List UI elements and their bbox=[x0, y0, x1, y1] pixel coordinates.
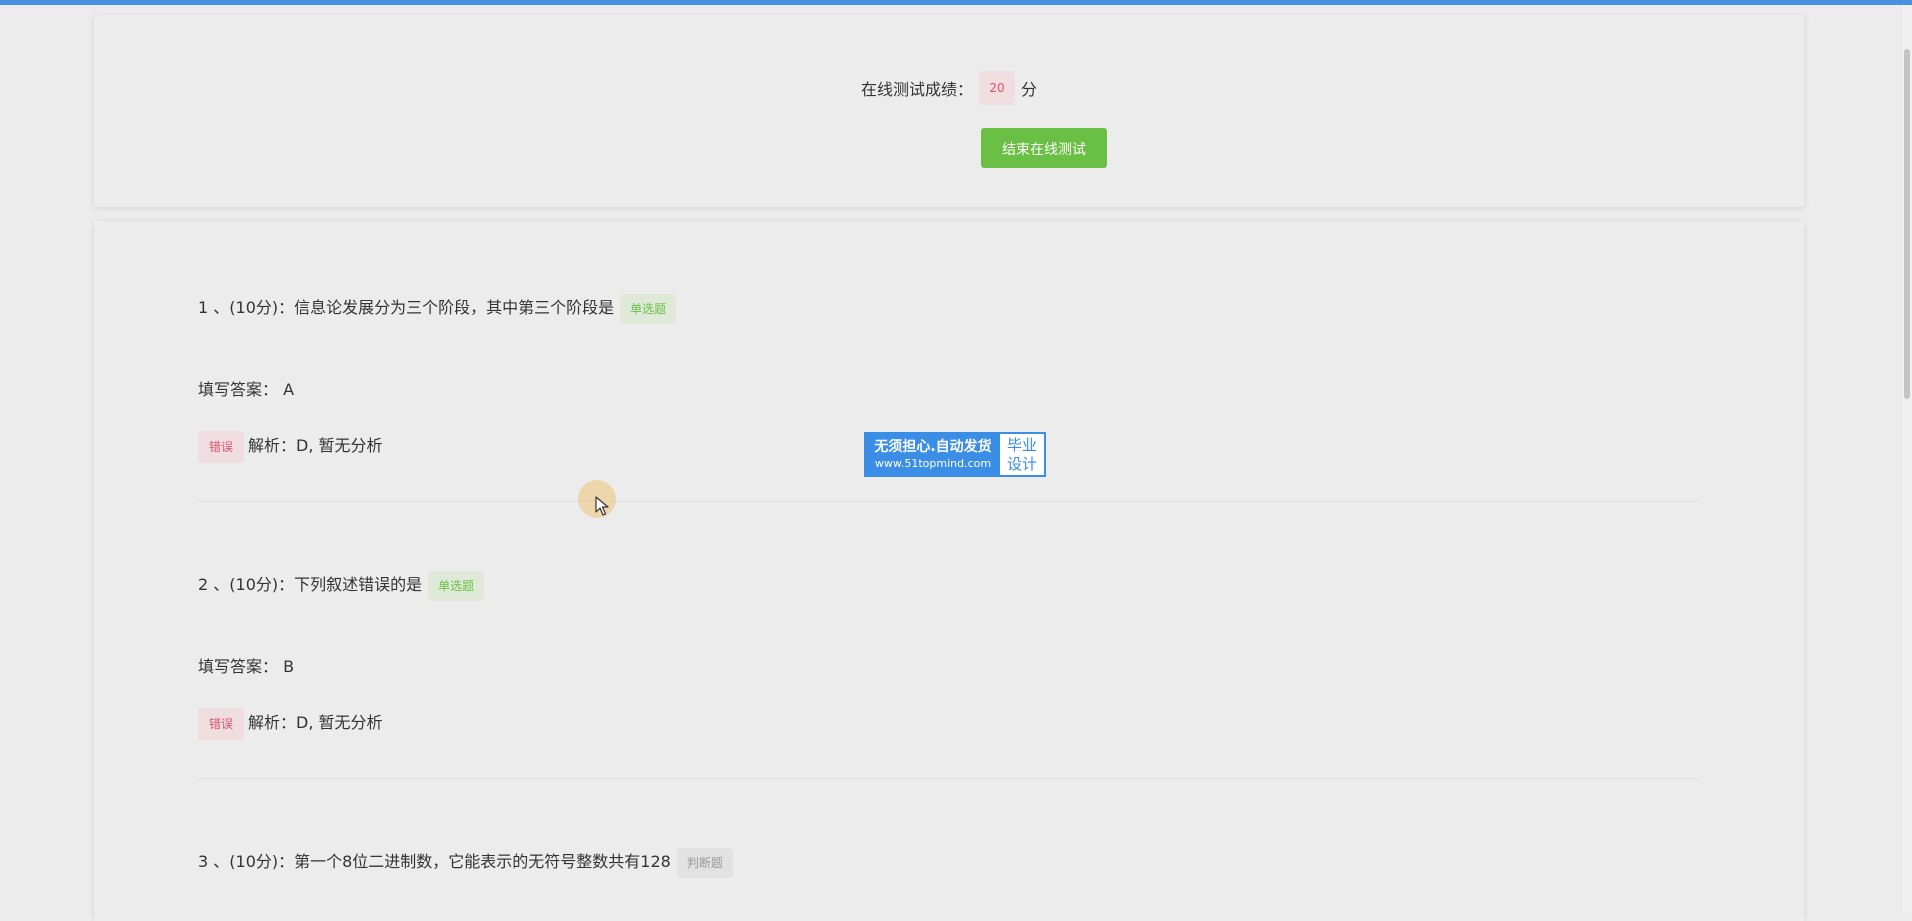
question-item-1: 1 、(10分)：信息论发展分为三个阶段，其中第三个阶段是 单选题 填写答案： A… bbox=[198, 291, 1698, 502]
question-divider bbox=[198, 778, 1698, 779]
question-type-tag: 单选题 bbox=[620, 293, 677, 324]
top-accent-bar bbox=[0, 0, 1912, 5]
question-type-tag: 判断题 bbox=[676, 847, 733, 878]
questions-panel: 1 、(10分)：信息论发展分为三个阶段，其中第三个阶段是 单选题 填写答案： A… bbox=[94, 221, 1804, 921]
analysis-row: 错误 解析：D, 暂无分析 bbox=[198, 430, 383, 463]
score-badge: 20 bbox=[979, 71, 1015, 105]
watermark-left: 无须担心.自动发货 www.51topmind.com bbox=[866, 434, 1000, 475]
end-test-button[interactable]: 结束在线测试 bbox=[981, 128, 1107, 168]
wrong-badge: 错误 bbox=[198, 430, 244, 463]
filled-answer: 填写答案： B bbox=[198, 657, 295, 676]
analysis-row: 错误 解析：D, 暂无分析 bbox=[198, 707, 383, 740]
scrollbar-thumb[interactable] bbox=[1904, 49, 1910, 399]
question-title: 1 、(10分)：信息论发展分为三个阶段，其中第三个阶段是 单选题 bbox=[198, 291, 1698, 325]
watermark-url: www.51topmind.com bbox=[874, 456, 992, 470]
analysis-text: 解析：D, 暂无分析 bbox=[248, 436, 383, 455]
watermark-right: 毕业 设计 bbox=[1000, 434, 1044, 475]
question-text: 2 、(10分)：下列叙述错误的是 bbox=[198, 575, 423, 594]
question-item-3: 3 、(10分)：第一个8位二进制数，它能表示的无符号整数共有128 判断题 bbox=[198, 845, 1698, 879]
filled-answer: 填写答案： A bbox=[198, 380, 295, 399]
score-panel: 在线测试成绩： 20 分 结束在线测试 bbox=[94, 15, 1804, 207]
score-line: 在线测试成绩： 20 分 bbox=[94, 71, 1804, 105]
question-type-tag: 单选题 bbox=[428, 570, 485, 601]
question-text: 1 、(10分)：信息论发展分为三个阶段，其中第三个阶段是 bbox=[198, 298, 615, 317]
question-title: 3 、(10分)：第一个8位二进制数，它能表示的无符号整数共有128 判断题 bbox=[198, 845, 1698, 879]
watermark-right-bottom: 设计 bbox=[1006, 454, 1037, 473]
analysis-text: 解析：D, 暂无分析 bbox=[248, 713, 383, 732]
vertical-scrollbar[interactable] bbox=[1902, 5, 1912, 912]
watermark-logo: 无须担心.自动发货 www.51topmind.com 毕业 设计 bbox=[864, 432, 1046, 477]
question-text: 3 、(10分)：第一个8位二进制数，它能表示的无符号整数共有128 bbox=[198, 852, 671, 871]
watermark-right-top: 毕业 bbox=[1006, 435, 1037, 454]
score-label: 在线测试成绩： bbox=[860, 80, 973, 99]
watermark-slogan: 无须担心.自动发货 bbox=[874, 438, 992, 455]
score-unit: 分 bbox=[1021, 80, 1038, 99]
question-divider bbox=[198, 501, 1698, 502]
wrong-badge: 错误 bbox=[198, 707, 244, 740]
question-item-2: 2 、(10分)：下列叙述错误的是 单选题 填写答案： B 错误 解析：D, 暂无分… bbox=[198, 568, 1698, 779]
question-title: 2 、(10分)：下列叙述错误的是 单选题 bbox=[198, 568, 1698, 602]
mouse-cursor-icon bbox=[595, 496, 609, 516]
